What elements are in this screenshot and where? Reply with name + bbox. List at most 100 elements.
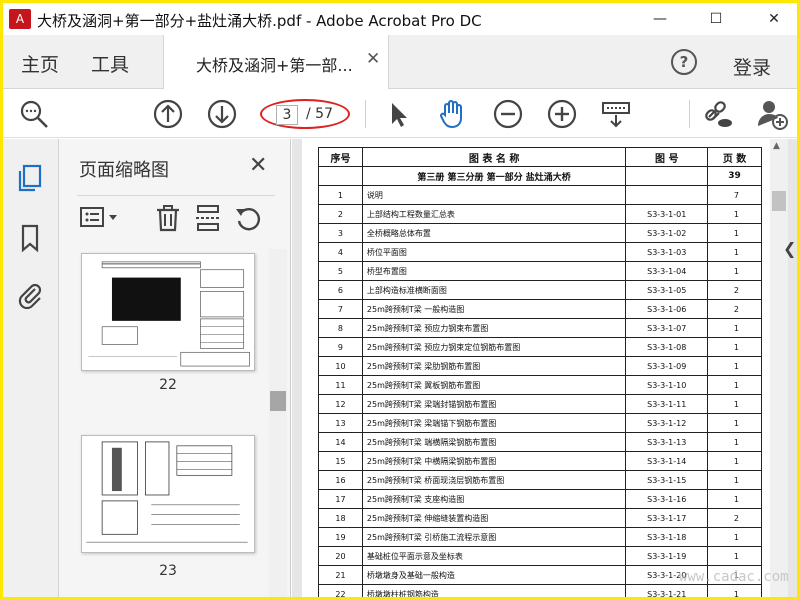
thumbnail-page-number: 22 <box>159 377 177 393</box>
hand-tool-icon[interactable] <box>435 97 469 131</box>
search-icon[interactable] <box>17 97 51 131</box>
toolbar: 3 / 57 <box>3 90 797 138</box>
cell-code: S3-3-1-02 <box>625 223 709 243</box>
table-row: 17 25m跨预制T梁 支座构造图 S3-3-1-16 1 <box>318 489 762 509</box>
cell-code: S3-3-1-12 <box>625 413 709 433</box>
document-scrollbar-thumb[interactable] <box>772 191 786 211</box>
current-page-input[interactable]: 3 <box>276 105 298 125</box>
cell-code: S3-3-1-04 <box>625 261 709 281</box>
cell-code <box>625 185 709 205</box>
zoom-in-icon[interactable] <box>545 97 579 131</box>
cell-no: 19 <box>318 527 363 547</box>
panel-close-icon[interactable]: ✕ <box>249 153 267 178</box>
table-row: 15 25m跨预制T梁 中横隔梁钢筋布置图 S3-3-1-14 1 <box>318 451 762 471</box>
thumbnail-scrollbar-thumb[interactable] <box>270 391 286 411</box>
cell-no: 4 <box>318 242 363 262</box>
column-header: 图 号 <box>625 147 709 167</box>
column-header: 图 表 名 称 <box>361 147 627 167</box>
acrobat-app-icon: A <box>9 9 31 29</box>
maximize-button[interactable]: ☐ <box>693 3 739 35</box>
document-scrollbar[interactable]: ▲ <box>770 139 788 597</box>
cell-pages: 2 <box>707 508 762 528</box>
bookmark-icon[interactable] <box>15 223 45 253</box>
table-row: 12 25m跨预制T梁 梁端封锚钢筋布置图 S3-3-1-11 1 <box>318 394 762 414</box>
cell-pages: 1 <box>707 318 762 338</box>
cell-name: 桥位平面图 <box>361 242 627 262</box>
cell-pages: 1 <box>707 204 762 224</box>
page-thumbnail-22[interactable] <box>81 253 255 371</box>
cell-name: 上部结构工程数量汇总表 <box>361 204 627 224</box>
left-navigation-rail <box>3 139 59 597</box>
page-thumbnails-icon[interactable] <box>15 163 45 193</box>
page-thumbnail-23[interactable] <box>81 435 255 553</box>
thumbnail-options-icon[interactable] <box>79 203 123 233</box>
cell-pages: 1 <box>707 584 762 597</box>
cell-code: S3-3-1-13 <box>625 432 709 452</box>
table-row: 11 25m跨预制T梁 翼板钢筋布置图 S3-3-1-10 1 <box>318 375 762 395</box>
document-tab-close-icon[interactable]: ✕ <box>366 49 380 69</box>
cell-no: 9 <box>318 337 363 357</box>
extract-page-icon[interactable] <box>193 203 223 233</box>
cell-code: S3-3-1-11 <box>625 394 709 414</box>
cell-code: S3-3-1-09 <box>625 356 709 376</box>
cell-name: 25m跨预制T梁 支座构造图 <box>361 489 627 509</box>
minimize-button[interactable]: — <box>637 3 683 35</box>
cell-code: S3-3-1-01 <box>625 204 709 224</box>
cell-pages: 1 <box>707 527 762 547</box>
login-button[interactable]: 登录 <box>733 53 771 80</box>
previous-page-icon[interactable] <box>151 97 185 131</box>
watermark: www.cadac.com <box>679 569 789 585</box>
add-user-icon[interactable] <box>755 97 789 131</box>
table-row: 20 基础桩位平面示意及坐标表 S3-3-1-19 1 <box>318 546 762 566</box>
table-row: 14 25m跨预制T梁 端横隔梁钢筋布置图 S3-3-1-13 1 <box>318 432 762 452</box>
thumbnail-scrollbar[interactable] <box>269 249 287 597</box>
cell-pages: 1 <box>707 546 762 566</box>
table-row: 9 25m跨预制T梁 预应力钢束定位钢筋布置图 S3-3-1-08 1 <box>318 337 762 357</box>
help-button[interactable]: ? <box>671 49 697 75</box>
pdf-page: 序号 图 表 名 称 图 号 页 数 第三册 第三分册 第一部分 盐灶涌大桥 3… <box>302 139 770 597</box>
scroll-up-arrow-icon[interactable]: ▲ <box>773 141 780 151</box>
table-row: 13 25m跨预制T梁 梁端锚下钢筋布置图 S3-3-1-12 1 <box>318 413 762 433</box>
cell-code: S3-3-1-03 <box>625 242 709 262</box>
section-title: 第三册 第三分册 第一部分 盐灶涌大桥 <box>361 166 627 186</box>
toolbar-separator <box>689 100 690 128</box>
tab-document[interactable]: 大桥及涵洞+第一部... ✕ <box>163 35 389 89</box>
title-bar: A 大桥及涵洞+第一部分+盐灶涌大桥.pdf - Adobe Acrobat P… <box>3 3 797 35</box>
cell-code: S3-3-1-14 <box>625 451 709 471</box>
cell-pages: 1 <box>707 242 762 262</box>
cell-no: 10 <box>318 356 363 376</box>
cell-name: 25m跨预制T梁 伸缩缝装置构造图 <box>361 508 627 528</box>
cell-no: 1 <box>318 185 363 205</box>
cell-no: 11 <box>318 375 363 395</box>
tab-tools[interactable]: 工具 <box>91 50 129 77</box>
attachment-icon[interactable] <box>15 279 45 310</box>
table-row: 10 25m跨预制T梁 梁肋钢筋布置图 S3-3-1-09 1 <box>318 356 762 376</box>
cell-code: S3-3-1-18 <box>625 527 709 547</box>
cell-no: 8 <box>318 318 363 338</box>
cell-code: S3-3-1-15 <box>625 470 709 490</box>
select-cursor-icon[interactable] <box>381 97 415 131</box>
cell-no: 18 <box>318 508 363 528</box>
zoom-out-icon[interactable] <box>491 97 525 131</box>
table-row: 5 桥型布置图 S3-3-1-04 1 <box>318 261 762 281</box>
rotate-page-icon[interactable] <box>233 203 263 233</box>
delete-page-icon[interactable] <box>153 203 183 233</box>
drawing-index-table: 序号 图 表 名 称 图 号 页 数 第三册 第三分册 第一部分 盐灶涌大桥 3… <box>318 147 762 597</box>
share-link-icon[interactable] <box>701 97 735 131</box>
keyboard-download-icon[interactable] <box>599 97 633 131</box>
cell-code: S3-3-1-07 <box>625 318 709 338</box>
chevron-left-icon[interactable]: ❮ <box>783 239 796 258</box>
acrobat-window: A 大桥及涵洞+第一部分+盐灶涌大桥.pdf - Adobe Acrobat P… <box>3 3 797 597</box>
section-row: 第三册 第三分册 第一部分 盐灶涌大桥 39 <box>318 166 762 186</box>
table-row: 18 25m跨预制T梁 伸缩缝装置构造图 S3-3-1-17 2 <box>318 508 762 528</box>
next-page-icon[interactable] <box>205 97 239 131</box>
cell-no: 2 <box>318 204 363 224</box>
cell-pages: 1 <box>707 451 762 471</box>
toolbar-separator <box>365 100 366 128</box>
tab-home[interactable]: 主页 <box>21 50 59 77</box>
panel-title: 页面缩略图 <box>79 160 169 181</box>
table-row: 6 上部构造标准横断面图 S3-3-1-05 2 <box>318 280 762 300</box>
window-title: 大桥及涵洞+第一部分+盐灶涌大桥.pdf - Adobe Acrobat Pro… <box>37 12 482 30</box>
close-window-button[interactable]: ✕ <box>751 3 797 35</box>
cell-name: 25m跨预制T梁 梁端锚下钢筋布置图 <box>361 413 627 433</box>
